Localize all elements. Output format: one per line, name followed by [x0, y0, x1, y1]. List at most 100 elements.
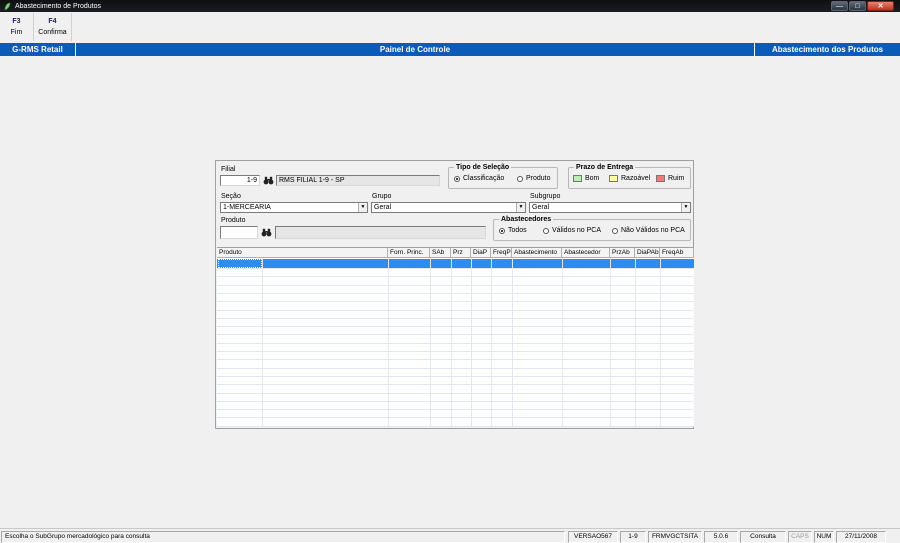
- chevron-down-icon[interactable]: ▼: [516, 203, 525, 212]
- maximize-button[interactable]: □: [849, 1, 866, 11]
- grid-column-line: [430, 258, 431, 427]
- col-produto[interactable]: Produto: [217, 248, 388, 258]
- legend-ruim: Ruim: [656, 175, 684, 182]
- grid-row-line: [217, 417, 694, 418]
- subgrupo-value: Geral: [532, 204, 550, 211]
- status-num: NUM: [814, 531, 834, 543]
- radio-classificacao-dot: [454, 175, 460, 182]
- radio-classificacao-label: Classificação: [463, 175, 505, 182]
- legend-bom-swatch: [573, 175, 582, 182]
- status-message: Escolha o SubGrupo mercadológico para co…: [1, 531, 565, 543]
- grupo-select[interactable]: Geral ▼: [371, 202, 526, 213]
- radio-validos-pca-dot: [543, 227, 549, 234]
- col-przab[interactable]: PrzAb: [610, 248, 635, 258]
- produto-label: Produto: [221, 217, 246, 224]
- produto-search-binoculars-icon[interactable]: [260, 228, 272, 238]
- radio-produto-dot: [517, 175, 523, 182]
- radio-classificacao[interactable]: Classificação: [454, 175, 504, 182]
- radio-produto[interactable]: Produto: [517, 175, 551, 182]
- subgrupo-select[interactable]: Geral ▼: [529, 202, 691, 213]
- grid-row-line: [217, 293, 694, 294]
- filial-code-input[interactable]: 1-9: [220, 175, 260, 186]
- col-diapab[interactable]: DiaPAb: [635, 248, 660, 258]
- col-abastecimento[interactable]: Abastecimento: [512, 248, 562, 258]
- grid-column-line: [262, 258, 263, 427]
- grid-column-line: [660, 258, 661, 427]
- radio-nao-validos-pca[interactable]: Não Válidos no PCA: [612, 227, 685, 234]
- grid-column-line: [388, 258, 389, 427]
- status-mode: Consulta: [740, 531, 786, 543]
- col-freqp[interactable]: FreqP: [491, 248, 512, 258]
- f3-fim-button[interactable]: F3 Fim: [0, 13, 34, 41]
- secao-value: 1-MERCEARIA: [223, 204, 271, 211]
- subgrupo-label: Subgrupo: [530, 193, 561, 200]
- radio-nao-validos-pca-dot: [612, 227, 618, 234]
- close-button[interactable]: ✕: [867, 1, 894, 11]
- chevron-down-icon[interactable]: ▼: [681, 203, 690, 212]
- filial-search-binoculars-icon[interactable]: [262, 176, 274, 186]
- window-title: Abastecimento de Produtos: [15, 2, 101, 10]
- grid-row-line: [217, 368, 694, 369]
- radio-nao-validos-pca-label: Não Válidos no PCA: [621, 227, 685, 234]
- abastecedores-group: Abastecedores Todos Válidos no PCA Não V…: [493, 215, 691, 241]
- module-header: G-RMS Retail Painel de Controle Abasteci…: [0, 43, 900, 56]
- legend-razoavel: Razoável: [609, 175, 650, 182]
- grid-row-line: [217, 285, 694, 286]
- header-product-name: G-RMS Retail: [0, 43, 76, 56]
- radio-todos-label: Todos: [508, 227, 527, 234]
- produto-code-input[interactable]: [220, 226, 258, 239]
- grid-row-line: [217, 393, 694, 394]
- close-icon: ✕: [877, 3, 884, 10]
- grid-row-line: [217, 351, 694, 352]
- radio-validos-pca-label: Válidos no PCA: [552, 227, 602, 234]
- products-grid[interactable]: Produto Forn. Princ. SAb Prz DiaP FreqP …: [217, 247, 694, 427]
- grid-row-line: [217, 384, 694, 385]
- secao-label: Seção: [221, 193, 241, 200]
- col-abastecedor[interactable]: Abastecedor: [562, 248, 610, 258]
- radio-validos-pca[interactable]: Válidos no PCA: [543, 227, 601, 234]
- col-sab[interactable]: SAb: [430, 248, 451, 258]
- f3-key-label: F3: [12, 18, 21, 25]
- grid-row-line: [217, 426, 694, 427]
- header-screen-title: Abastecimento dos Produtos: [754, 43, 900, 56]
- header-panel-title: Painel de Controle: [379, 45, 451, 54]
- tipo-selecao-title: Tipo de Seleção: [454, 163, 512, 172]
- grid-row-line: [217, 318, 694, 319]
- status-filial: 1-9: [620, 531, 646, 543]
- status-release: 5.0.6: [704, 531, 738, 543]
- f4-confirma-button[interactable]: F4 Confirma: [34, 13, 72, 41]
- chevron-down-icon[interactable]: ▼: [358, 203, 367, 212]
- abastecedores-title: Abastecedores: [499, 215, 554, 224]
- radio-todos[interactable]: Todos: [499, 227, 527, 234]
- grid-column-line: [562, 258, 563, 427]
- selected-grid-row[interactable]: [217, 259, 694, 268]
- radio-todos-dot: [499, 227, 505, 234]
- produto-description-field: [275, 226, 486, 239]
- status-bar: Escolha o SubGrupo mercadológico para co…: [0, 528, 900, 543]
- grupo-label: Grupo: [372, 193, 392, 200]
- selected-grid-cell-focus: [218, 259, 262, 268]
- window-title-bar[interactable]: Abastecimento de Produtos — □ ✕: [0, 0, 900, 12]
- col-prz[interactable]: Prz: [451, 248, 471, 258]
- grid-row-line: [217, 343, 694, 344]
- legend-ruim-swatch: [656, 175, 665, 182]
- grid-row-line: [217, 326, 694, 327]
- secao-select[interactable]: 1-MERCEARIA ▼: [220, 202, 368, 213]
- tipo-selecao-group: Tipo de Seleção Classificação Produto: [448, 163, 558, 189]
- minimize-button[interactable]: —: [831, 1, 848, 11]
- radio-produto-label: Produto: [526, 175, 551, 182]
- col-diap[interactable]: DiaP: [471, 248, 491, 258]
- f3-action-label: Fim: [10, 29, 23, 36]
- grid-row-line: [217, 409, 694, 410]
- grid-row-line: [217, 401, 694, 402]
- legend-razoavel-swatch: [609, 175, 618, 182]
- status-form: FRMVGCTSITA: [648, 531, 702, 543]
- status-version: VERSAO567: [568, 531, 618, 543]
- grid-row-line: [217, 359, 694, 360]
- col-freqab[interactable]: FreqAb: [660, 248, 694, 258]
- col-forn-princ[interactable]: Forn. Princ.: [388, 248, 430, 258]
- grupo-value: Geral: [374, 204, 392, 211]
- f4-key-label: F4: [48, 18, 57, 25]
- legend-bom: Bom: [573, 175, 599, 182]
- grid-column-line: [610, 258, 611, 427]
